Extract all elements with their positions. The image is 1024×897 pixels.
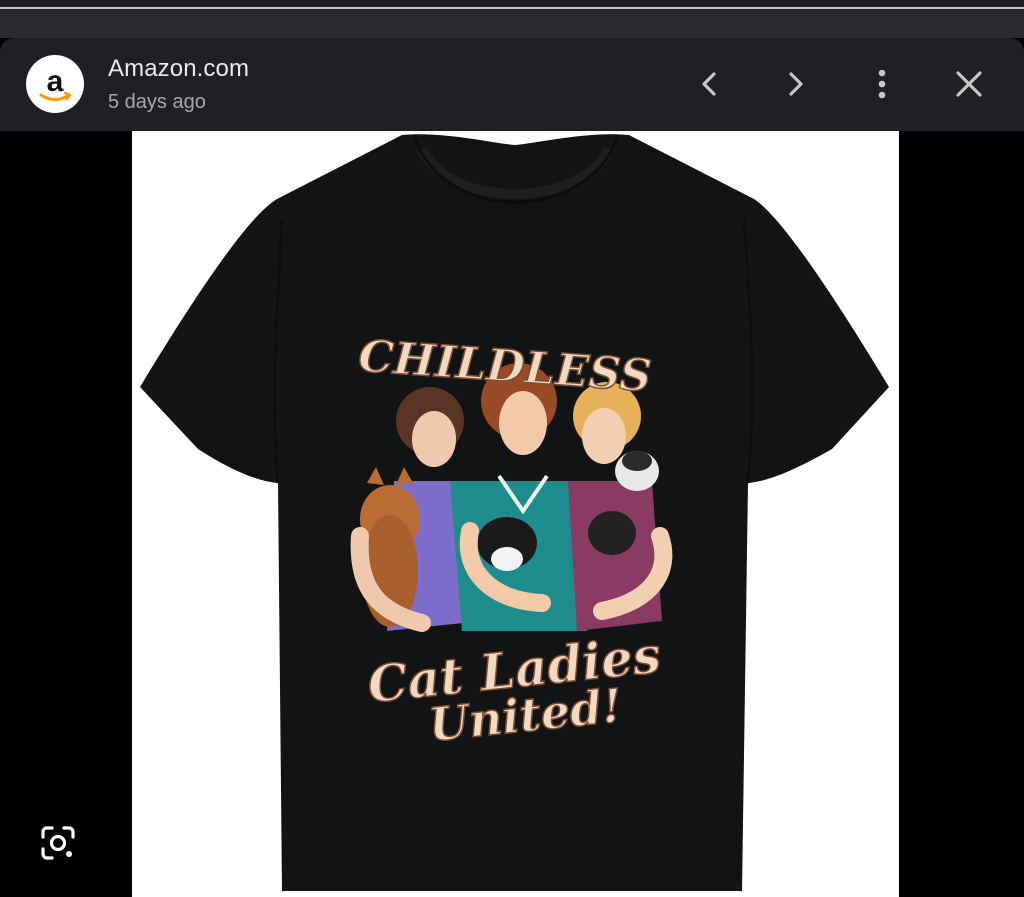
browser-top-strip	[0, 0, 1024, 10]
more-options-button[interactable]	[860, 62, 904, 106]
more-vert-icon	[878, 69, 886, 99]
product-image[interactable]: CHILDLESS Cat Ladies United!	[132, 131, 899, 897]
svg-text:a: a	[47, 65, 64, 98]
image-viewer: CHILDLESS Cat Ladies United!	[0, 131, 1024, 897]
chevron-left-icon	[702, 72, 716, 96]
next-image-button[interactable]	[774, 62, 818, 106]
close-icon	[956, 71, 982, 97]
divider	[0, 7, 1024, 9]
close-button[interactable]	[947, 62, 991, 106]
amazon-logo-icon: a	[26, 55, 84, 113]
backdrop-band	[0, 10, 1024, 38]
google-lens-icon	[41, 826, 75, 860]
site-name[interactable]: Amazon.com	[108, 55, 249, 83]
image-viewer-header: a Amazon.com 5 days ago	[0, 38, 1024, 131]
google-lens-button[interactable]	[36, 821, 80, 865]
timestamp: 5 days ago	[108, 91, 206, 113]
chevron-right-icon	[789, 72, 803, 96]
previous-image-button[interactable]	[687, 62, 731, 106]
